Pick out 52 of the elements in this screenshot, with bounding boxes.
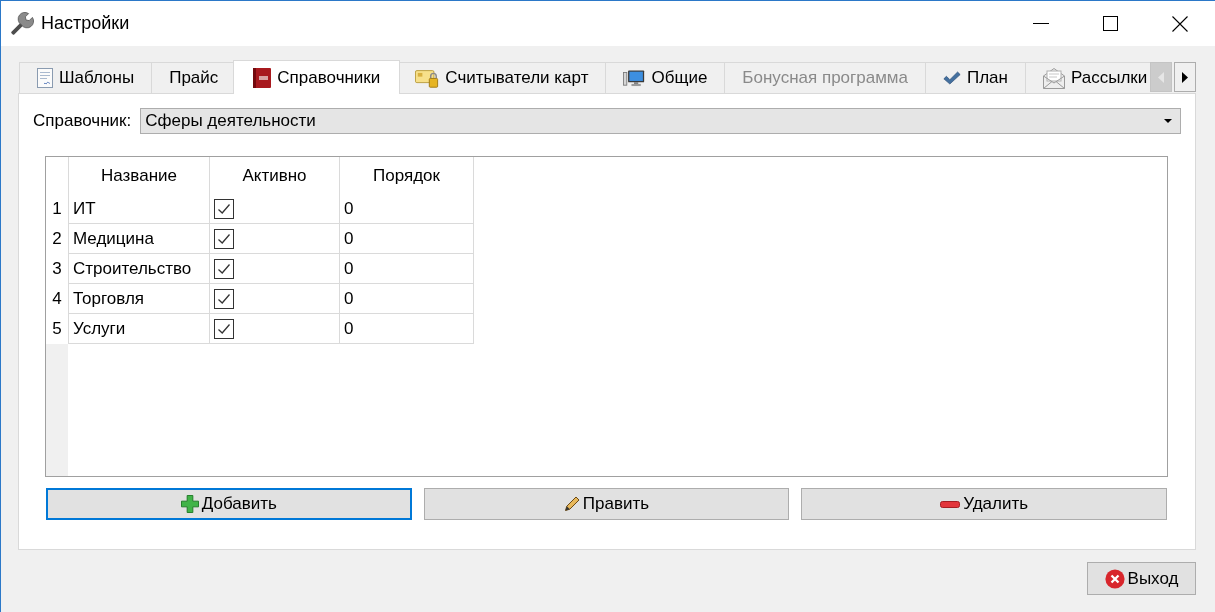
- table-cell: 0: [340, 254, 474, 284]
- table-cell: Торговля: [69, 284, 210, 314]
- tab[interactable]: Справочники: [233, 60, 401, 94]
- right-arrow-icon: [1182, 71, 1188, 83]
- checkbox[interactable]: [214, 318, 234, 339]
- column-header[interactable]: Активно: [210, 157, 340, 194]
- close-button[interactable]: [1172, 15, 1188, 32]
- window-title: Настройки: [41, 13, 130, 34]
- table-cell: Строительство: [69, 254, 210, 284]
- table-cell: 0: [340, 194, 474, 224]
- dropdown-label: Справочник:: [33, 111, 132, 131]
- row-number: 1: [51, 198, 63, 220]
- pencil-icon: [563, 496, 580, 512]
- row-number: 3: [51, 258, 63, 280]
- checkbox[interactable]: [214, 198, 234, 219]
- table-cell: Медицина: [69, 224, 210, 254]
- book-icon: [253, 67, 272, 88]
- table-cell: 0: [340, 224, 474, 254]
- column-header[interactable]: Название: [69, 157, 210, 194]
- check-icon: [943, 71, 961, 85]
- row-number: 2: [51, 228, 63, 250]
- add-button[interactable]: Добавить: [46, 488, 412, 520]
- minimize-icon: [1033, 23, 1049, 24]
- exit-button[interactable]: Выход: [1087, 562, 1196, 595]
- row-number: 4: [51, 288, 63, 310]
- tab[interactable]: Шаблоны: [19, 62, 153, 93]
- table-cell: ИТ: [69, 194, 210, 224]
- caret-icon: [1164, 119, 1172, 123]
- checkbox[interactable]: [214, 288, 234, 309]
- edit-button[interactable]: Править: [423, 488, 790, 520]
- card-lock-icon: [415, 68, 440, 88]
- close-icon: [1172, 15, 1188, 32]
- close-circle-icon: [1104, 568, 1125, 589]
- monitor-icon: [623, 69, 646, 87]
- checkbox[interactable]: [214, 228, 234, 249]
- tab-scroll-right-button[interactable]: [1174, 62, 1196, 92]
- column-header[interactable]: Порядок: [340, 157, 474, 194]
- table-cell: 0: [340, 314, 474, 344]
- delete-button[interactable]: Удалить: [801, 488, 1167, 520]
- maximize-button[interactable]: [1103, 16, 1118, 31]
- dropdown[interactable]: Сферы деятельности: [140, 108, 1181, 134]
- document-icon: [37, 68, 53, 88]
- wrench-icon: [10, 11, 34, 36]
- minus-icon: [940, 500, 961, 508]
- maximize-icon: [1103, 16, 1118, 31]
- row-number: 5: [51, 318, 63, 340]
- checkbox[interactable]: [214, 258, 234, 279]
- table-cell: Услуги: [69, 314, 210, 344]
- table-cell: 0: [340, 284, 474, 314]
- left-arrow-icon: [1158, 71, 1164, 83]
- plus-icon: [180, 495, 199, 513]
- envelope-icon: [1042, 67, 1065, 89]
